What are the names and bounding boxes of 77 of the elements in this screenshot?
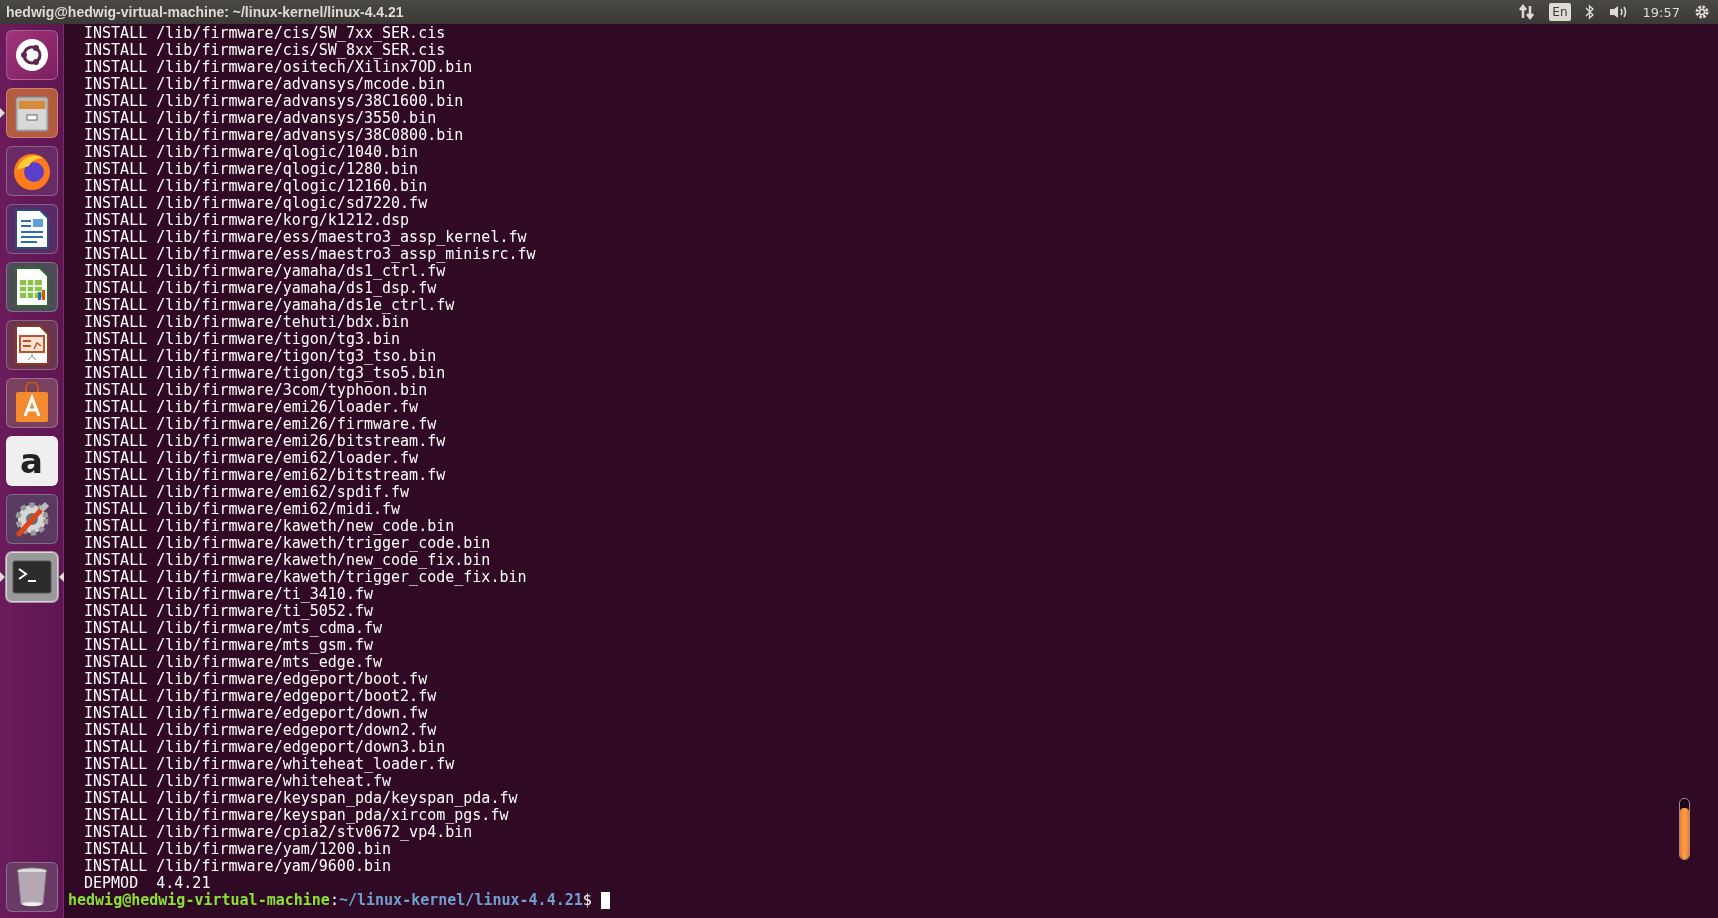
bluetooth-icon[interactable] <box>1584 4 1595 20</box>
prompt-symbol: $ <box>582 892 592 909</box>
ubuntu-logo-icon <box>14 38 49 72</box>
output-line: INSTALL /lib/firmware/emi62/spdif.fw <box>84 484 411 501</box>
gear-icon[interactable] <box>1694 4 1710 20</box>
output-line: INSTALL /lib/firmware/emi62/bitstream.fw <box>84 467 447 484</box>
spreadsheet-icon <box>13 266 50 308</box>
output-line: INSTALL /lib/firmware/advansys/38C1600.bin <box>84 93 465 110</box>
output-line: INSTALL /lib/firmware/emi62/midi.fw <box>84 501 402 518</box>
output-line: INSTALL /lib/firmware/ess/maestro3_assp_minisrc.fw <box>84 246 537 263</box>
output-line: INSTALL /lib/firmware/edgeport/boot2.fw <box>84 688 438 705</box>
scrollbar-thumb[interactable] <box>1680 808 1689 859</box>
output-line: INSTALL /lib/firmware/ess/maestro3_assp_kernel.fw <box>84 229 528 246</box>
output-line: INSTALL /lib/firmware/edgeport/down2.fw <box>84 722 438 739</box>
output-line: INSTALL /lib/firmware/3com/typhoon.bin <box>84 382 428 399</box>
output-line: INSTALL /lib/firmware/emi26/bitstream.fw <box>84 433 447 450</box>
output-line: INSTALL /lib/firmware/cpia2/stv0672_vp4.bin <box>84 824 473 841</box>
output-line: INSTALL /lib/firmware/kaweth/trigger_code_fix.bin <box>84 569 528 586</box>
output-line: INSTALL /lib/firmware/keyspan_pda/xircom_pgs.fw <box>84 807 509 824</box>
output-line: INSTALL /lib/firmware/qlogic/1040.bin <box>84 144 420 161</box>
document-icon <box>13 208 50 250</box>
terminal-icon <box>11 560 52 594</box>
amazon-letter-icon: a <box>20 444 43 478</box>
volume-icon[interactable] <box>1608 4 1629 20</box>
output-line: INSTALL /lib/firmware/advansys/mcode.bin <box>84 76 447 93</box>
launcher-item[interactable]: a <box>0 436 64 486</box>
output-line: INSTALL /lib/firmware/keyspan_pda/keyspan_pda.fw <box>84 790 519 807</box>
output-line: INSTALL /lib/firmware/yamaha/ds1_ctrl.fw <box>84 263 446 280</box>
output-line: INSTALL /lib/firmware/yam/1200.bin <box>84 841 392 858</box>
output-line: INSTALL /lib/firmware/advansys/38C0800.bin <box>84 127 465 144</box>
clock[interactable]: 19:57 <box>1642 4 1680 20</box>
output-line: INSTALL /lib/firmware/mts_edge.fw <box>84 654 383 671</box>
launcher-button[interactable]: a <box>5 436 58 486</box>
output-line: INSTALL /lib/firmware/qlogic/1280.bin <box>84 161 420 178</box>
output-line: INSTALL /lib/firmware/tigon/tg3_tso5.bin <box>84 365 447 382</box>
output-line: INSTALL /lib/firmware/kaweth/new_code_fix.bin <box>84 552 492 569</box>
output-line: INSTALL /lib/firmware/tehuti/bdx.bin <box>84 314 410 331</box>
output-line: INSTALL /lib/firmware/emi62/loader.fw <box>84 450 420 467</box>
prompt-separator: : <box>329 892 339 909</box>
output-line: INSTALL /lib/firmware/whiteheat.fw <box>84 773 392 790</box>
output-line: INSTALL /lib/firmware/ti_3410.fw <box>84 586 373 603</box>
output-line: INSTALL /lib/firmware/qlogic/sd7220.fw <box>84 195 429 212</box>
output-line: INSTALL /lib/firmware/ositech/Xilinx7OD.bin <box>84 59 474 76</box>
prompt-user-host: hedwig@hedwig-virtual-machine <box>68 892 330 909</box>
launcher-button[interactable] <box>5 552 58 602</box>
presentation-icon <box>13 324 50 366</box>
output-line: INSTALL /lib/firmware/advansys/3550.bin <box>84 110 438 127</box>
trash-can-icon <box>14 866 49 908</box>
network-arrows-icon[interactable] <box>1519 4 1536 20</box>
output-line: INSTALL /lib/firmware/cis/SW_8xx_SER.cis <box>84 42 447 59</box>
output-line: INSTALL /lib/firmware/yamaha/ds1_dsp.fw <box>84 280 437 297</box>
output-line: INSTALL /lib/firmware/mts_cdma.fw <box>84 620 383 637</box>
output-line: INSTALL /lib/firmware/qlogic/12160.bin <box>84 178 429 195</box>
output-line: INSTALL /lib/firmware/tigon/tg3.bin <box>84 331 402 348</box>
output-line: INSTALL /lib/firmware/edgeport/boot.fw <box>84 671 429 688</box>
output-line: INSTALL /lib/firmware/ti_5052.fw <box>84 603 374 620</box>
output-line: INSTALL /lib/firmware/edgeport/down3.bin <box>84 739 447 756</box>
output-line: INSTALL /lib/firmware/yamaha/ds1e_ctrl.fw <box>84 297 456 314</box>
scrollbar[interactable] <box>1679 798 1690 860</box>
keyboard-layout-indicator[interactable]: En <box>1549 3 1571 21</box>
output-line: DEPMOD 4.4.21 <box>84 875 212 892</box>
output-line: INSTALL /lib/firmware/yam/9600.bin <box>84 858 393 875</box>
output-line: INSTALL /lib/firmware/mts_gsm.fw <box>84 637 373 654</box>
output-line: INSTALL /lib/firmware/korg/k1212.dsp <box>84 212 411 229</box>
launcher-item[interactable] <box>0 552 64 602</box>
output-line: INSTALL /lib/firmware/kaweth/new_code.bin <box>84 518 456 535</box>
output-line: INSTALL /lib/firmware/tigon/tg3_tso.bin <box>84 348 438 365</box>
text-cursor <box>600 892 610 909</box>
trash-button[interactable] <box>5 862 58 912</box>
output-line: INSTALL /lib/firmware/cis/SW_7xx_SER.cis <box>84 25 447 42</box>
window-title: hedwig@hedwig-virtual-machine: ~/linux-kernel/linux-4.4.21 <box>6 4 404 20</box>
output-line: INSTALL /lib/firmware/edgeport/down.fw <box>84 705 429 722</box>
output-line: INSTALL /lib/firmware/kaweth/trigger_code.bin <box>84 535 492 552</box>
prompt-path: ~/linux-kernel/linux-4.4.21 <box>338 892 583 909</box>
output-line: INSTALL /lib/firmware/emi26/loader.fw <box>84 399 420 416</box>
output-line: INSTALL /lib/firmware/emi26/firmware.fw <box>84 416 438 433</box>
output-line: INSTALL /lib/firmware/whiteheat_loader.fw <box>84 756 456 773</box>
